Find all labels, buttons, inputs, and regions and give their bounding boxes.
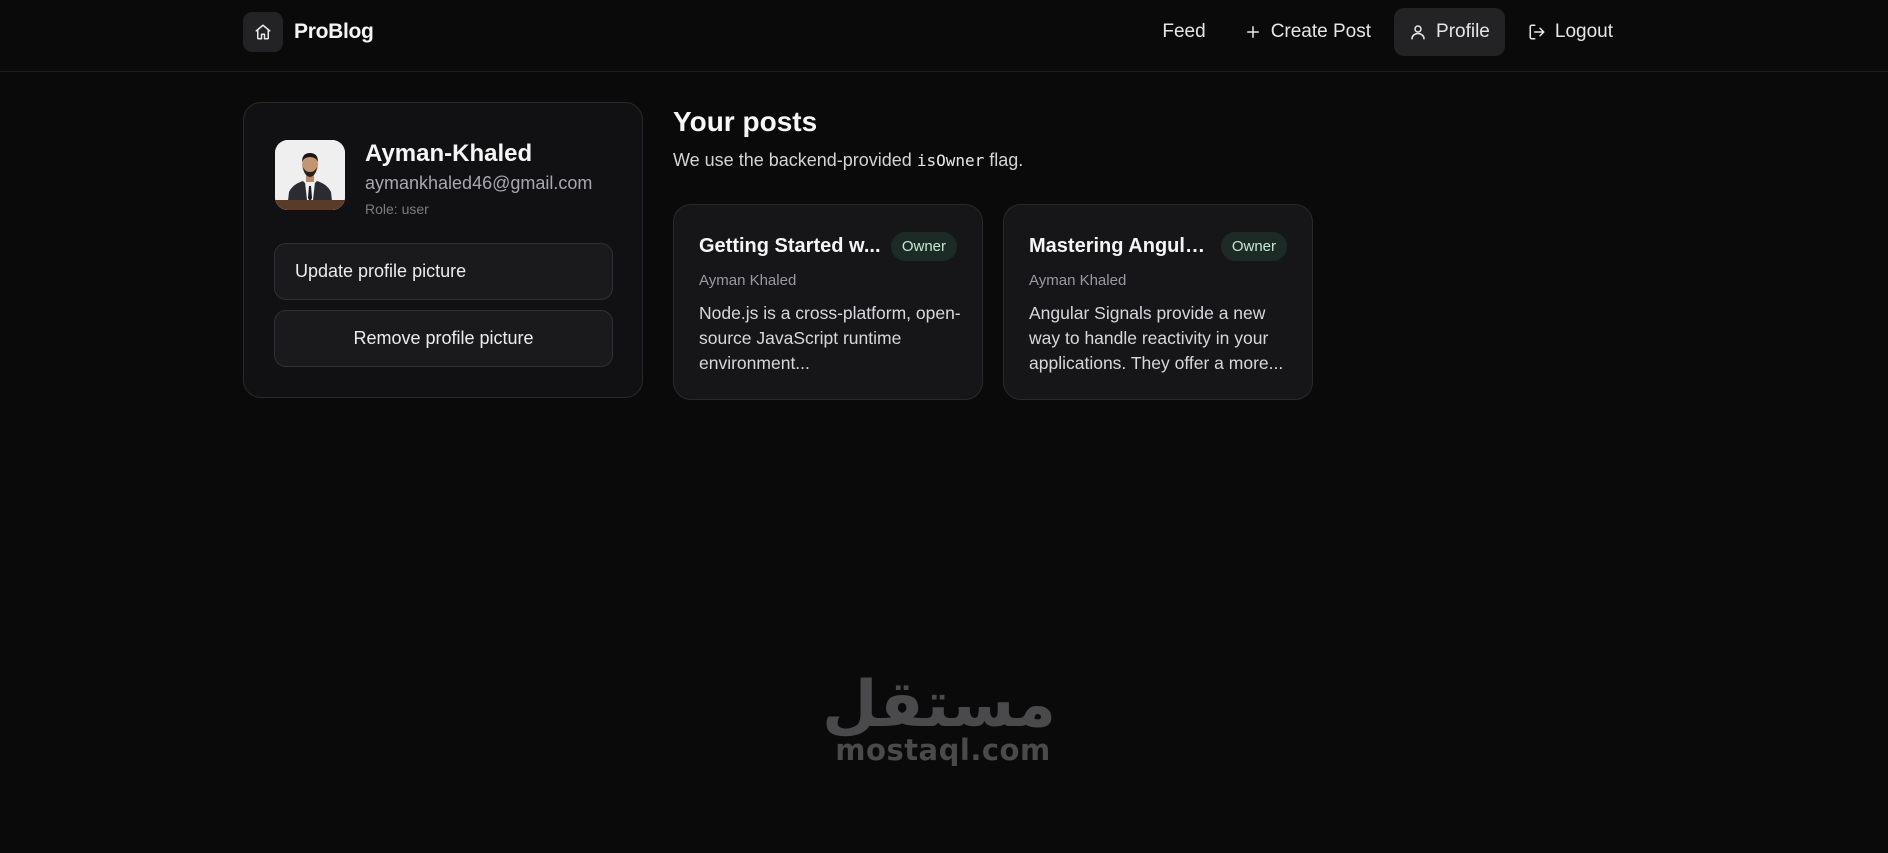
nav-feed[interactable]: Feed [1147, 8, 1220, 56]
watermark-logo: مستقل [821, 668, 1056, 742]
subtitle-prefix: We use the backend-provided [673, 150, 917, 170]
profile-card: Ayman-Khaled aymankhaled46@gmail.com Rol… [243, 102, 643, 398]
post-card[interactable]: Getting Started w... Owner Ayman Khaled … [673, 204, 983, 400]
post-author: Ayman Khaled [699, 272, 797, 289]
profile-role: Role: user [365, 201, 429, 217]
nav-create-post[interactable]: Create Post [1229, 8, 1386, 56]
post-title[interactable]: Getting Started w... [699, 235, 881, 258]
user-icon [1409, 23, 1427, 41]
owner-badge: Owner [1220, 232, 1287, 261]
nav-profile-label: Profile [1436, 21, 1490, 42]
update-profile-picture-button[interactable]: Update profile picture [274, 243, 613, 300]
post-excerpt: Angular Signals provide a new way to han… [1029, 303, 1284, 373]
nav-create-post-label: Create Post [1270, 21, 1372, 42]
subtitle-suffix: flag. [984, 150, 1024, 170]
page-title: Your posts [673, 106, 818, 137]
post-excerpt: Node.js is a cross-platform, open-source… [699, 303, 961, 373]
main-nav: Feed Create Post Profile Logout [1147, 8, 1628, 56]
nav-logout-label: Logout [1554, 21, 1613, 42]
brand-name: ProBlog [294, 20, 374, 43]
plus-icon [1244, 23, 1262, 41]
profile-name: Ayman-Khaled [365, 140, 533, 167]
watermark-text: mostaql.com [835, 733, 1051, 767]
post-title[interactable]: Mastering Angula... [1029, 235, 1211, 258]
home-icon[interactable] [243, 12, 283, 52]
nav-feed-label: Feed [1162, 21, 1206, 42]
brand-link[interactable]: ProBlog [243, 12, 374, 52]
logout-icon [1528, 23, 1546, 41]
nav-logout[interactable]: Logout [1513, 8, 1628, 56]
post-card[interactable]: Mastering Angula... Owner Ayman Khaled A… [1003, 204, 1313, 400]
remove-profile-picture-button[interactable]: Remove profile picture [274, 310, 613, 367]
post-author: Ayman Khaled [1029, 272, 1127, 289]
avatar [275, 140, 345, 210]
owner-badge: Owner [890, 232, 957, 261]
profile-email: aymankhaled46@gmail.com [365, 173, 593, 193]
nav-profile[interactable]: Profile [1394, 8, 1505, 56]
page-subtitle: We use the backend-provided isOwner flag… [673, 150, 1023, 171]
top-navbar: ProBlog Feed Create Post Profile Logout [0, 0, 1888, 72]
subtitle-code: isOwner [916, 151, 985, 170]
